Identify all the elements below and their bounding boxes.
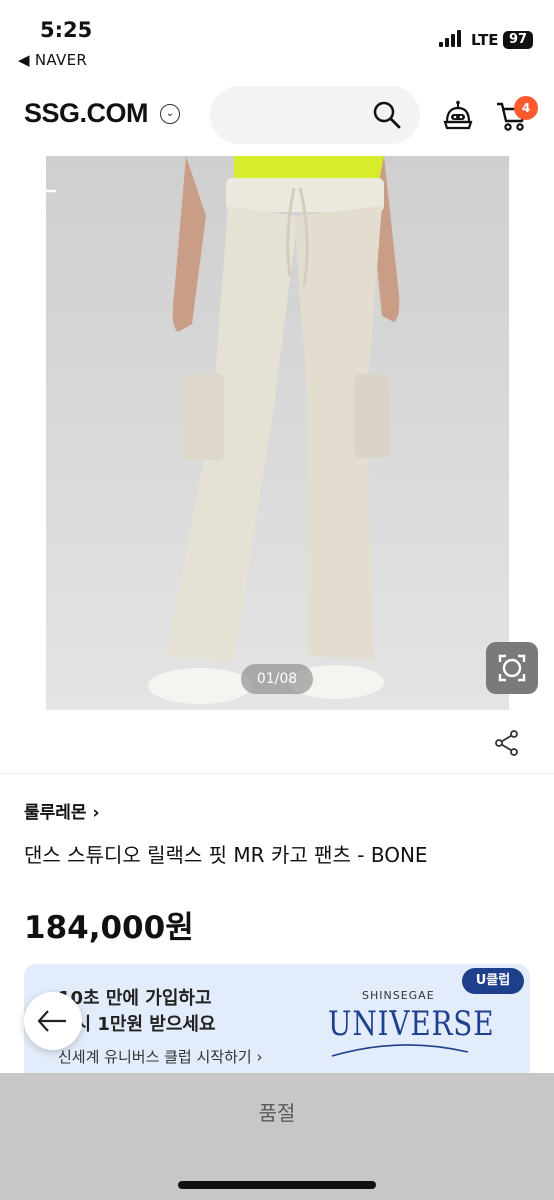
- universe-logo-text: UNIVERSE: [328, 1004, 495, 1044]
- product-photo: [46, 156, 509, 710]
- home-indicator[interactable]: [178, 1181, 376, 1189]
- back-to-naver-link[interactable]: ◀ NAVER: [18, 51, 87, 69]
- app-header: SSG.COM ⌄ 4: [0, 80, 554, 152]
- chevron-down-icon[interactable]: ⌄: [160, 104, 180, 124]
- brand-link[interactable]: 룰루레몬 ›: [24, 798, 99, 823]
- bottom-safe-area: [0, 1150, 554, 1200]
- search-icon[interactable]: [372, 100, 402, 130]
- camera-lens-icon: [498, 654, 526, 682]
- arrow-left-icon: [37, 1010, 66, 1032]
- lens-search-button[interactable]: [486, 642, 538, 694]
- ssg-logo[interactable]: SSG.COM: [24, 98, 149, 129]
- image-counter: 01/08: [241, 664, 313, 694]
- network-label: LTE: [471, 31, 499, 49]
- search-input[interactable]: [210, 86, 420, 144]
- signal-icon: [439, 30, 465, 47]
- product-name: 댄스 스튜디오 릴랙스 핏 MR 카고 팬츠 - BONE: [24, 843, 428, 867]
- soldout-bar: 품절: [0, 1073, 554, 1150]
- banner-join-link[interactable]: 신세계 유니버스 클럽 시작하기 ›: [58, 1046, 262, 1067]
- battery-icon: 97: [503, 31, 533, 49]
- cart-count-badge: 4: [514, 96, 538, 120]
- soldout-label: 품절: [258, 1101, 296, 1125]
- universe-club-banner[interactable]: 10초 만에 가입하고 즉시 1만원 받으세요 신세계 유니버스 클럽 시작하기…: [24, 964, 530, 1076]
- status-bar: 5:25 ◀ NAVER LTE 97: [0, 0, 554, 80]
- arrow-left-icon[interactable]: [24, 178, 58, 204]
- u-club-badge: U클럽: [462, 968, 524, 994]
- universe-swoosh-icon: [331, 1044, 469, 1057]
- product-price: 184,000원: [24, 910, 194, 946]
- status-time: 5:25: [40, 18, 93, 42]
- shinsegae-label: SHINSEGAE: [362, 989, 435, 1002]
- bot-icon[interactable]: [442, 100, 474, 132]
- floating-back-button[interactable]: [24, 992, 82, 1050]
- share-icon[interactable]: [494, 730, 520, 756]
- share-row: [0, 710, 554, 774]
- product-image-gallery[interactable]: 01/08: [0, 156, 554, 710]
